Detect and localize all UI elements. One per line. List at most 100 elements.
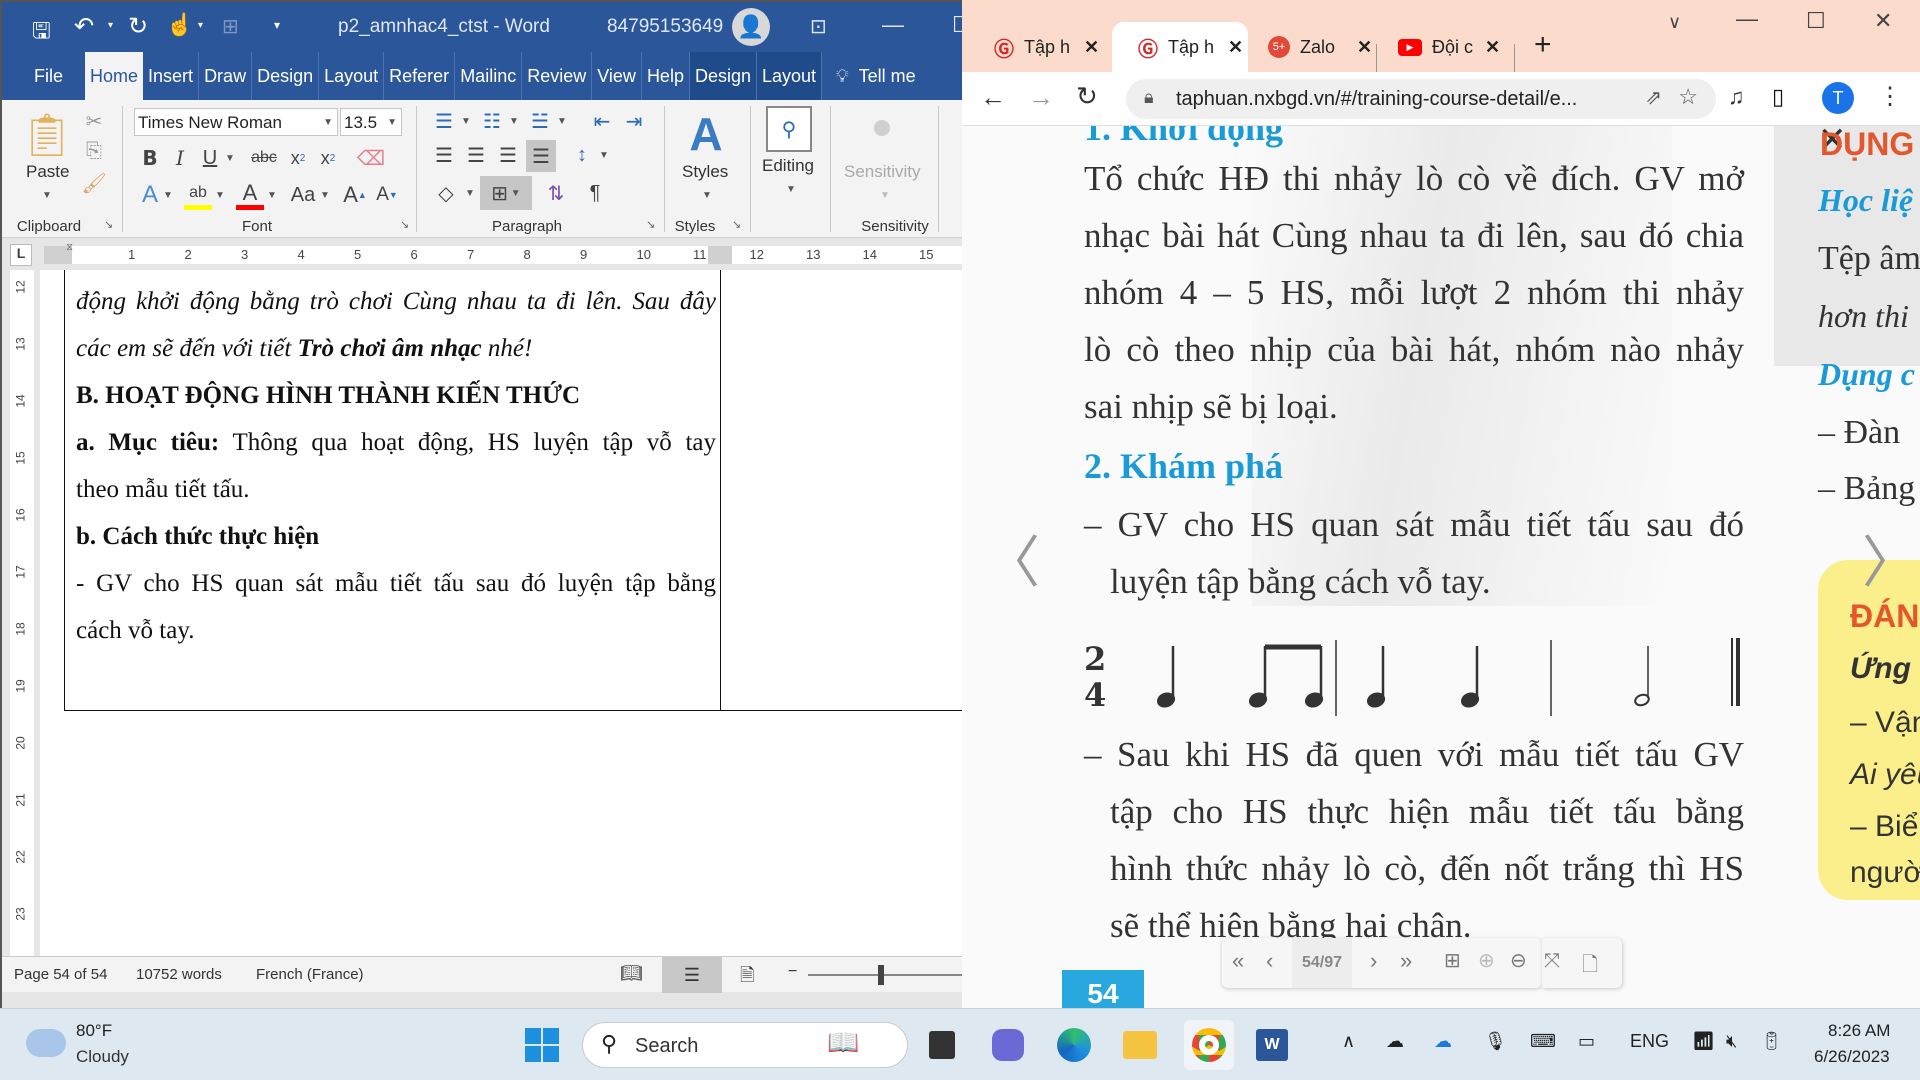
profile-avatar[interactable]: T bbox=[1822, 82, 1854, 114]
tab-search-icon[interactable]: ∨ bbox=[1668, 12, 1681, 33]
share-icon[interactable]: ⇗ bbox=[1645, 85, 1662, 110]
find-icon[interactable]: ⚲ bbox=[766, 106, 812, 152]
task-view-icon[interactable] bbox=[920, 1023, 964, 1067]
paste-icon[interactable]: 📋︎ bbox=[20, 108, 73, 162]
fullscreen-icon[interactable]: ⤧ bbox=[1544, 950, 1560, 973]
browser-tab[interactable]: 5+ Zalo ✕ bbox=[1258, 22, 1388, 72]
customize-qat-icon[interactable]: ▾ bbox=[274, 18, 280, 32]
styles-launcher-icon[interactable]: ↘ bbox=[732, 218, 741, 231]
align-left-icon[interactable]: ☰ bbox=[430, 140, 458, 170]
editing-button[interactable]: Editing bbox=[762, 156, 814, 176]
taskbar-search[interactable]: ⚲ Search 📖 bbox=[582, 1022, 908, 1068]
ribbon-display-options-icon[interactable]: ⊡ bbox=[810, 14, 827, 39]
styles-button[interactable]: Styles bbox=[682, 162, 728, 182]
close-tab-icon[interactable]: ✕ bbox=[1357, 37, 1372, 58]
start-icon[interactable] bbox=[520, 1023, 564, 1067]
show-hidden-icons[interactable]: ∧ bbox=[1342, 1031, 1355, 1052]
vertical-ruler[interactable]: 12 13 14 15 16 17 18 19 20 21 22 23 bbox=[10, 270, 34, 956]
underline-dropdown-icon[interactable]: ▼ bbox=[224, 144, 236, 172]
prev-page-icon[interactable]: ‹ bbox=[1266, 948, 1273, 974]
side-panel-icon[interactable]: ▯ bbox=[1772, 84, 1784, 110]
italic-icon[interactable]: I bbox=[168, 144, 192, 172]
align-right-icon[interactable]: ☰ bbox=[494, 140, 522, 170]
increase-indent-icon[interactable]: ⇥ bbox=[620, 108, 648, 134]
tab-help[interactable]: Help bbox=[642, 52, 690, 100]
zoom-in-icon[interactable]: ⊕ bbox=[1478, 948, 1495, 973]
reload-icon[interactable]: ↻ bbox=[1076, 81, 1098, 112]
cut-icon[interactable]: ✂ bbox=[82, 108, 106, 134]
battery-icon[interactable]: 🔋︎ bbox=[1760, 1031, 1783, 1052]
tab-insert[interactable]: Insert bbox=[143, 52, 200, 100]
print-layout-icon[interactable]: ☰ bbox=[662, 957, 722, 993]
font-name-select[interactable]: Times New Roman ▼ bbox=[134, 108, 338, 136]
close-tab-icon[interactable]: ✕ bbox=[1084, 37, 1099, 58]
new-tab-button[interactable]: + bbox=[1534, 28, 1552, 62]
bold-icon[interactable]: B bbox=[138, 144, 162, 172]
tab-home[interactable]: Home bbox=[85, 52, 144, 100]
read-mode-icon[interactable]: 📖︎ bbox=[620, 963, 643, 984]
line-spacing-dropdown-icon[interactable]: ▼ bbox=[598, 140, 610, 170]
first-page-icon[interactable]: « bbox=[1232, 948, 1244, 974]
text-effects-dropdown-icon[interactable]: ▼ bbox=[162, 180, 174, 210]
word-taskbar-icon[interactable]: W bbox=[1250, 1023, 1294, 1067]
tab-table-design[interactable]: Design bbox=[689, 52, 757, 100]
browser-tab[interactable]: Ⓖ Tập h ✕ bbox=[962, 22, 1108, 72]
maximize-icon[interactable]: ☐ bbox=[1806, 8, 1826, 34]
microphone-icon[interactable]: 🎙︎ bbox=[1484, 1031, 1507, 1052]
copy-icon[interactable]: ⎘ bbox=[82, 138, 106, 164]
line-spacing-icon[interactable]: ↕ bbox=[568, 140, 596, 170]
clock-date[interactable]: 6/26/2023 bbox=[1814, 1047, 1890, 1067]
back-icon[interactable]: ← bbox=[980, 82, 1006, 113]
prev-page-arrow[interactable]: 〈 bbox=[984, 518, 1040, 599]
change-case-icon[interactable]: Aa bbox=[286, 180, 320, 210]
borders-icon[interactable]: ⊞ ▼ bbox=[480, 176, 532, 210]
clear-formatting-icon[interactable]: ⌫ bbox=[357, 144, 385, 172]
account-avatar[interactable]: 👤 bbox=[732, 8, 770, 46]
tab-file[interactable]: File bbox=[2, 52, 85, 100]
minimize-icon[interactable]: — bbox=[882, 12, 904, 38]
format-painter-icon[interactable]: 🖌︎ bbox=[81, 170, 106, 196]
tab-references[interactable]: Referer bbox=[384, 52, 456, 100]
change-case-dropdown-icon[interactable]: ▼ bbox=[320, 180, 330, 210]
zoom-out-icon[interactable]: − bbox=[788, 963, 797, 981]
cloudy-icon[interactable] bbox=[26, 1029, 66, 1057]
underline-icon[interactable]: U bbox=[198, 144, 222, 172]
browser-tab[interactable]: ▶ Đội c ✕ bbox=[1392, 22, 1522, 72]
word-count[interactable]: 10752 words bbox=[136, 966, 222, 983]
font-launcher-icon[interactable]: ↘ bbox=[400, 218, 409, 231]
highlight-icon[interactable]: ab bbox=[184, 180, 212, 210]
tab-table-layout[interactable]: Layout bbox=[757, 52, 823, 100]
chrome-taskbar-icon[interactable] bbox=[1184, 1020, 1234, 1070]
save-icon[interactable]: 🖫 bbox=[32, 14, 51, 52]
tab-draw[interactable]: Draw bbox=[199, 52, 253, 100]
styles-dropdown-icon[interactable]: ▼ bbox=[702, 190, 712, 201]
weather-temp[interactable]: 80°F bbox=[76, 1021, 112, 1041]
shrink-font-icon[interactable]: A ▼ bbox=[374, 180, 400, 210]
media-controls-icon[interactable]: ♫ bbox=[1728, 84, 1745, 110]
clock-time[interactable]: 8:26 AM bbox=[1828, 1021, 1890, 1041]
weather-desc[interactable]: Cloudy bbox=[76, 1047, 129, 1067]
next-page-icon[interactable]: › bbox=[1370, 948, 1377, 974]
file-explorer-icon[interactable] bbox=[1118, 1023, 1162, 1067]
sort-icon[interactable]: ⇅ bbox=[542, 176, 570, 210]
paste-dropdown-icon[interactable]: ▼ bbox=[42, 190, 52, 201]
undo-icon[interactable]: ↶ bbox=[74, 12, 94, 41]
chrome-menu-icon[interactable]: ⋮ bbox=[1878, 82, 1902, 111]
paste-button[interactable]: Paste bbox=[26, 162, 69, 182]
superscript-icon[interactable]: x2 bbox=[316, 144, 340, 172]
minimize-icon[interactable]: — bbox=[1736, 6, 1758, 32]
highlight-dropdown-icon[interactable]: ▼ bbox=[214, 180, 226, 210]
onedrive-personal-icon[interactable]: ☁ bbox=[1386, 1031, 1404, 1052]
text-effects-icon[interactable]: A bbox=[138, 180, 162, 210]
align-center-icon[interactable]: ☰ bbox=[462, 140, 490, 170]
edge-icon[interactable] bbox=[1052, 1023, 1096, 1067]
grow-font-icon[interactable]: A ▲ bbox=[342, 180, 368, 210]
close-window-icon[interactable]: ✕ bbox=[1874, 8, 1892, 34]
undo-dropdown-icon[interactable]: ▾ bbox=[108, 20, 113, 31]
subscript-icon[interactable]: x2 bbox=[286, 144, 310, 172]
touch-keyboard-icon[interactable]: ⌨ bbox=[1530, 1031, 1556, 1052]
next-page-arrow[interactable]: 〉 bbox=[1862, 518, 1918, 599]
multilevel-list-icon[interactable]: ☱ bbox=[526, 108, 554, 134]
touch-mode-icon[interactable]: ☝ bbox=[166, 12, 193, 38]
language-status[interactable]: French (France) bbox=[256, 966, 364, 983]
